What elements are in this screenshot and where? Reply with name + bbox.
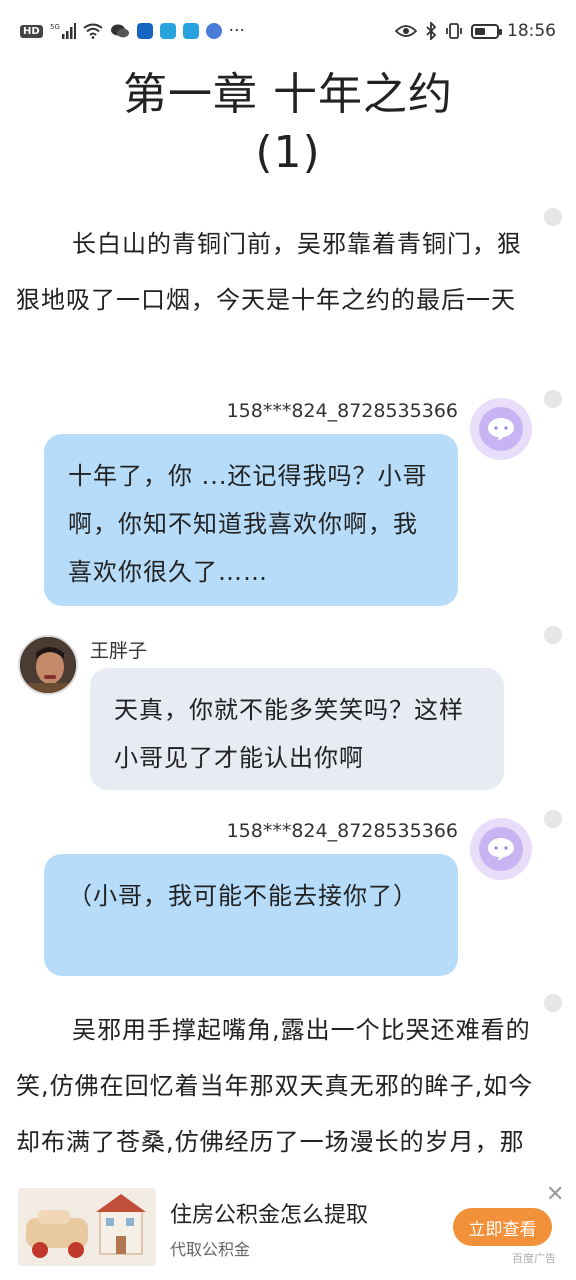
narration-paragraph: 吴邪用手撑起嘴角,露出一个比哭还难看的笑,仿佛在回忆着当年那双天真无邪的眸子,如… [16,1016,534,1156]
more-notifications: ··· [228,21,245,41]
wifi-icon [83,23,103,39]
ad-image[interactable] [18,1188,156,1266]
message-sender: 158***824_8728535366 [226,820,458,842]
comment-dot[interactable] [544,994,562,1012]
vibrate-icon [445,22,463,40]
status-bar: HD 5G ··· 18:56 [0,0,576,62]
eye-icon [395,24,417,38]
avatar[interactable] [18,635,78,695]
chapter-title: 第一章 十年之约 (1) [0,66,576,182]
close-icon[interactable]: ✕ [546,1182,564,1207]
app-icon [182,23,199,39]
comment-dot[interactable] [544,626,562,644]
ad-title[interactable]: 住房公积金怎么提取 [170,1197,368,1229]
app-icon [205,23,222,39]
narration-paragraph: 长白山的青铜门前，吴邪靠着青铜门，狠狠地吸了一口烟，今天是十年之约的最后一天 [16,230,522,314]
ad-subtitle: 代取公积金 [170,1240,251,1259]
comment-dot[interactable] [544,208,562,226]
message-sender: 王胖子 [90,640,148,662]
status-right: 18:56 [395,21,556,41]
chapter-title-line2: (1) [255,127,321,178]
status-left: HD 5G ··· [20,21,245,41]
app-icon [159,23,176,39]
signal-icon: 5G [50,22,76,40]
bot-avatar[interactable] [470,398,532,460]
wechat-icon [110,23,130,39]
comment-dot[interactable] [544,810,562,828]
bluetooth-icon [425,22,437,40]
message-bubble-other: 天真，你就不能多笑笑吗？这样小哥见了才能认出你啊 [90,668,504,790]
chat-bubble-icon [479,407,523,451]
ad-view-button[interactable]: 立即查看 [453,1208,552,1246]
chat-bubble-icon [479,827,523,871]
comment-dot[interactable] [544,390,562,408]
status-time: 18:56 [507,21,556,41]
message-bubble-self: （小哥，我可能不能去接你了） [44,854,458,976]
bot-avatar[interactable] [470,818,532,880]
app-icon [136,23,153,39]
message-sender: 158***824_8728535366 [226,400,458,422]
svg-text:5G: 5G [50,23,60,31]
ad-banner[interactable]: 住房公积金怎么提取 代取公积金 立即查看 ✕ 百度广告 [0,1180,576,1280]
message-bubble-self: 十年了，你 ...还记得我吗？小哥啊，你知不知道我喜欢你啊，我喜欢你很久了…… [44,434,458,606]
ad-tag: 百度广告 [512,1252,556,1265]
battery-icon [471,23,502,39]
hd-icon: HD [20,24,43,38]
chapter-title-line1: 第一章 十年之约 [123,69,453,120]
